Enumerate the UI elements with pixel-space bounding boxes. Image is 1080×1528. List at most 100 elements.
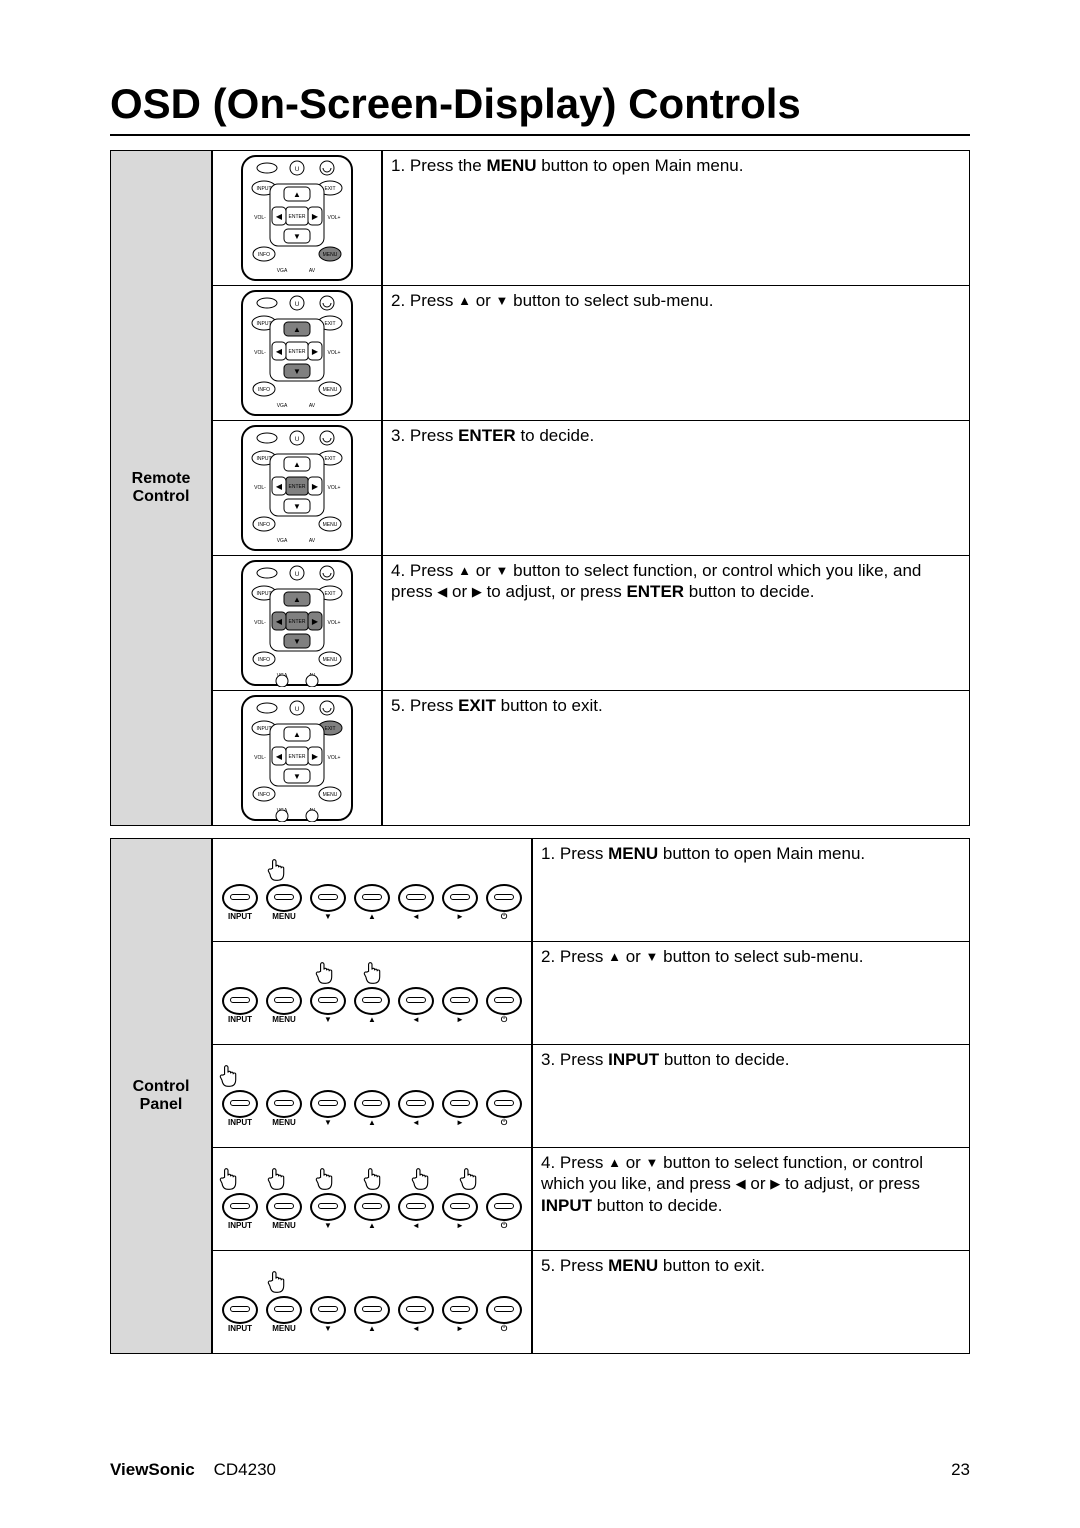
svg-text:VOL-: VOL-	[254, 350, 266, 356]
remote-step-image: U INPUT EXIT ▲ ▼ ◀ ▶ ENTER VOL- VOL+ INF…	[213, 691, 383, 825]
svg-text:◀: ◀	[276, 482, 283, 491]
panel-diagram: INPUT MENU ▼ ▲ ◄	[208, 1270, 536, 1334]
panel-step-text: 2. Press ▲ or ▼ button to select sub-men…	[533, 942, 969, 1044]
panel-button-MENU	[266, 884, 302, 912]
panel-button-MENU	[266, 987, 302, 1015]
panel-button-►	[442, 884, 478, 912]
panel-button-◄	[398, 884, 434, 912]
panel-label: Control Panel	[111, 839, 213, 1353]
remote-step-text: 2. Press ▲ or ▼ button to select sub-men…	[383, 286, 969, 420]
svg-text:MENU: MENU	[323, 252, 338, 258]
svg-text:AV: AV	[309, 403, 316, 409]
panel-button-►	[442, 987, 478, 1015]
svg-text:EXIT: EXIT	[324, 186, 335, 192]
svg-text:VGA: VGA	[277, 403, 288, 409]
svg-text:U: U	[295, 572, 299, 578]
panel-button-▼	[310, 1296, 346, 1324]
remote-step-row: U INPUT EXIT ▲ ▼ ◀ ▶ ENTER VOL- VOL+ INF…	[213, 556, 969, 691]
panel-step-image: INPUT MENU ▼ ▲ ◄	[213, 1045, 533, 1147]
remote-step-text: 3. Press ENTER to decide.	[383, 421, 969, 555]
panel-button-▲	[354, 1296, 390, 1324]
svg-text:ENTER: ENTER	[289, 484, 306, 490]
svg-text:◀: ◀	[276, 347, 283, 356]
panel-button-MENU	[266, 1193, 302, 1221]
remote-diagram: U INPUT EXIT ▲ ▼ ◀ ▶ ENTER VOL- VOL+ INF…	[222, 154, 372, 282]
svg-text:MENU: MENU	[323, 657, 338, 663]
remote-label: Remote Control	[111, 151, 213, 825]
panel-step-image: INPUT MENU ▼ ▲ ◄	[213, 942, 533, 1044]
svg-text:VOL+: VOL+	[328, 620, 341, 626]
remote-diagram: U INPUT EXIT ▲ ▼ ◀ ▶ ENTER VOL- VOL+ INF…	[222, 289, 372, 417]
remote-step-image: U INPUT EXIT ▲ ▼ ◀ ▶ ENTER VOL- VOL+ INF…	[213, 421, 383, 555]
panel-button-⏻	[486, 884, 522, 912]
panel-step-row: INPUT MENU ▼ ▲ ◄	[213, 1045, 969, 1148]
panel-step-text: 3. Press INPUT button to decide.	[533, 1045, 969, 1147]
panel-button-INPUT	[222, 1296, 258, 1324]
svg-text:◀: ◀	[276, 752, 283, 761]
svg-text:▼: ▼	[293, 772, 301, 781]
svg-text:AV: AV	[309, 268, 316, 274]
svg-text:INFO: INFO	[258, 657, 270, 663]
panel-button-◄	[398, 987, 434, 1015]
panel-diagram: INPUT MENU ▼ ▲ ◄	[208, 961, 536, 1025]
footer-brand: ViewSonic	[110, 1460, 195, 1479]
remote-section: Remote Control U INPUT EXIT ▲ ▼ ◀ ▶ ENTE…	[110, 150, 970, 826]
panel-button-▼	[310, 1090, 346, 1118]
svg-text:INFO: INFO	[258, 792, 270, 798]
remote-diagram: U INPUT EXIT ▲ ▼ ◀ ▶ ENTER VOL- VOL+ INF…	[222, 424, 372, 552]
panel-step-row: INPUT MENU ▼ ▲ ◄	[213, 839, 969, 942]
panel-button-▲	[354, 1090, 390, 1118]
svg-text:▼: ▼	[293, 367, 301, 376]
svg-text:AV: AV	[309, 538, 316, 544]
panel-button-▲	[354, 987, 390, 1015]
svg-text:EXIT: EXIT	[324, 456, 335, 462]
svg-text:U: U	[295, 707, 299, 713]
panel-button-▼	[310, 987, 346, 1015]
panel-button-◄	[398, 1193, 434, 1221]
svg-text:VOL-: VOL-	[254, 620, 266, 626]
svg-text:INFO: INFO	[258, 522, 270, 528]
svg-text:▲: ▲	[293, 730, 301, 739]
remote-step-image: U INPUT EXIT ▲ ▼ ◀ ▶ ENTER VOL- VOL+ INF…	[213, 556, 383, 690]
svg-text:▶: ▶	[312, 752, 319, 761]
svg-text:▶: ▶	[312, 617, 319, 626]
svg-text:ENTER: ENTER	[289, 214, 306, 220]
panel-button-⏻	[486, 1296, 522, 1324]
panel-button-⏻	[486, 1090, 522, 1118]
panel-button-◄	[398, 1296, 434, 1324]
svg-text:◀: ◀	[276, 212, 283, 221]
remote-step-text: 5. Press EXIT button to exit.	[383, 691, 969, 825]
footer-model: CD4230	[214, 1460, 276, 1479]
panel-step-image: INPUT MENU ▼ ▲ ◄	[213, 1148, 533, 1250]
svg-text:INFO: INFO	[258, 387, 270, 393]
svg-text:INPUT: INPUT	[257, 726, 272, 732]
svg-text:◀: ◀	[276, 617, 283, 626]
panel-step-row: INPUT MENU ▼ ▲ ◄	[213, 942, 969, 1045]
svg-text:VOL+: VOL+	[328, 350, 341, 356]
svg-text:▲: ▲	[293, 460, 301, 469]
panel-diagram: INPUT MENU ▼ ▲ ◄	[208, 1167, 536, 1231]
remote-step-image: U INPUT EXIT ▲ ▼ ◀ ▶ ENTER VOL- VOL+ INF…	[213, 151, 383, 285]
panel-step-image: INPUT MENU ▼ ▲ ◄	[213, 839, 533, 941]
svg-text:▼: ▼	[293, 232, 301, 241]
svg-text:▶: ▶	[312, 482, 319, 491]
svg-text:▲: ▲	[293, 190, 301, 199]
panel-button-▼	[310, 884, 346, 912]
panel-button-INPUT	[222, 884, 258, 912]
svg-text:VOL-: VOL-	[254, 485, 266, 491]
page-title: OSD (On-Screen-Display) Controls	[110, 80, 970, 136]
panel-step-text: 1. Press MENU button to open Main menu.	[533, 839, 969, 941]
svg-text:ENTER: ENTER	[289, 349, 306, 355]
svg-text:INFO: INFO	[258, 252, 270, 258]
svg-text:VOL+: VOL+	[328, 755, 341, 761]
svg-text:VOL-: VOL-	[254, 755, 266, 761]
remote-step-row: U INPUT EXIT ▲ ▼ ◀ ▶ ENTER VOL- VOL+ INF…	[213, 691, 969, 825]
remote-diagram: U INPUT EXIT ▲ ▼ ◀ ▶ ENTER VOL- VOL+ INF…	[222, 559, 372, 687]
panel-step-text: 4. Press ▲ or ▼ button to select functio…	[533, 1148, 969, 1250]
panel-step-text: 5. Press MENU button to exit.	[533, 1251, 969, 1353]
panel-section: Control Panel	[110, 838, 970, 1354]
remote-step-image: U INPUT EXIT ▲ ▼ ◀ ▶ ENTER VOL- VOL+ INF…	[213, 286, 383, 420]
svg-text:MENU: MENU	[323, 387, 338, 393]
panel-diagram: INPUT MENU ▼ ▲ ◄	[208, 858, 536, 922]
svg-text:VGA: VGA	[277, 538, 288, 544]
